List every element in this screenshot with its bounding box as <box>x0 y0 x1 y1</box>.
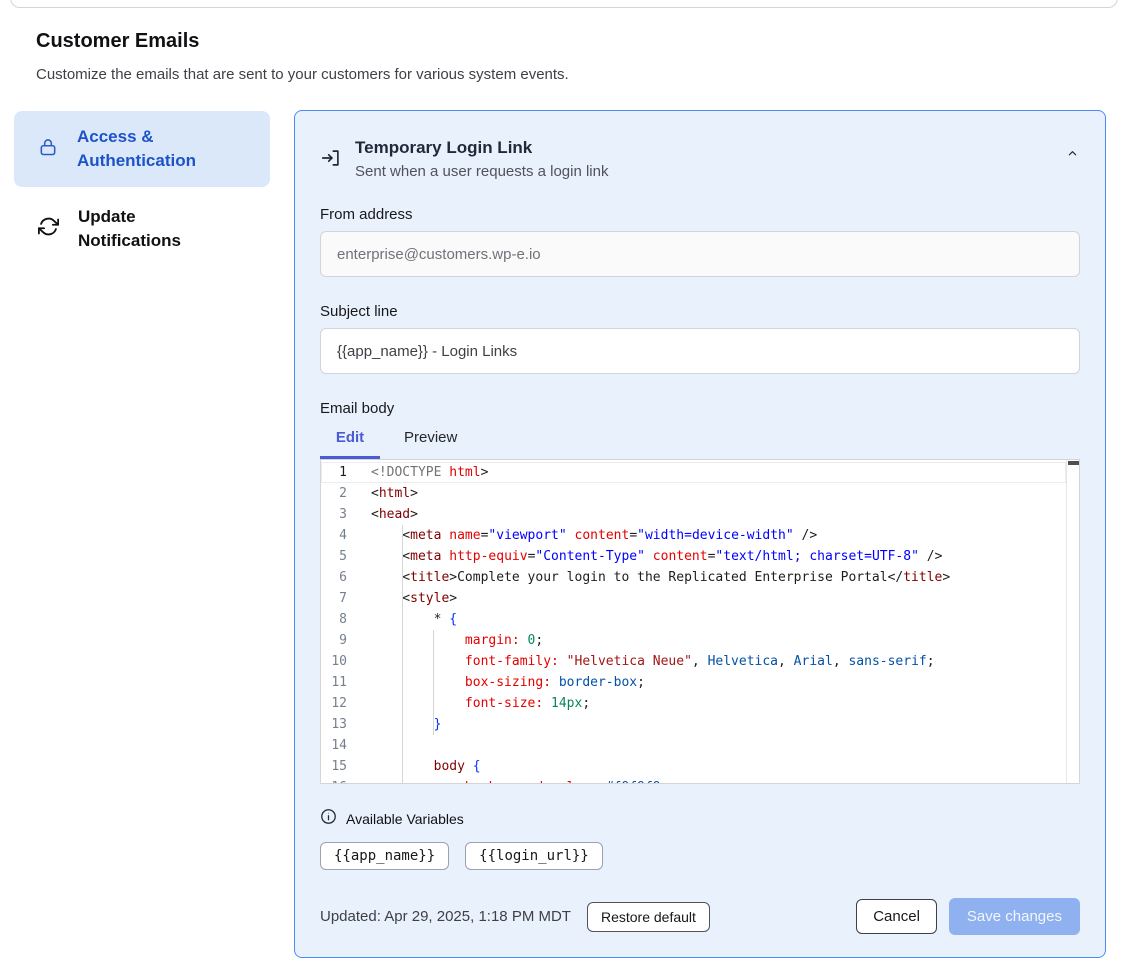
line-number: 15 <box>321 756 347 777</box>
page-subtitle: Customize the emails that are sent to yo… <box>36 66 569 83</box>
from-address-input[interactable] <box>320 231 1080 277</box>
line-number: 11 <box>321 672 347 693</box>
code-line: 9 margin: 0; <box>321 630 1066 651</box>
code-line: 12 font-size: 14px; <box>321 693 1066 714</box>
lock-icon <box>38 136 58 163</box>
sidebar-item-label: Update Notifications <box>78 205 233 253</box>
code-line: 3<head> <box>321 504 1066 525</box>
line-number: 9 <box>321 630 347 651</box>
code-line: 11 box-sizing: border-box; <box>321 672 1066 693</box>
code-line: 16 background-color: #f9f9f9; <box>321 777 1066 784</box>
variable-chip-app-name[interactable]: {{app_name}} <box>320 842 449 870</box>
sync-icon <box>38 216 59 242</box>
code-line: 2<html> <box>321 483 1066 504</box>
email-body-label: Email body <box>320 400 1080 417</box>
subject-line-input[interactable] <box>320 328 1080 374</box>
restore-default-button[interactable]: Restore default <box>587 902 710 932</box>
editor-scrollbar[interactable] <box>1066 460 1079 783</box>
line-number: 12 <box>321 693 347 714</box>
line-number: 8 <box>321 609 347 630</box>
code-text: font-family: "Helvetica Neue", Helvetica… <box>347 651 935 672</box>
sidebar-item-update-notifications[interactable]: Update Notifications <box>14 205 270 253</box>
line-number: 3 <box>321 504 347 525</box>
editor-scrollbar-thumb[interactable] <box>1068 461 1079 465</box>
info-icon <box>320 808 337 830</box>
save-changes-button[interactable]: Save changes <box>949 898 1080 935</box>
code-text: <style> <box>347 588 457 609</box>
code-text: <head> <box>347 504 418 525</box>
panel-footer: Updated: Apr 29, 2025, 1:18 PM MDT Resto… <box>320 898 1080 935</box>
line-number: 5 <box>321 546 347 567</box>
line-number: 2 <box>321 483 347 504</box>
code-line: 7 <style> <box>321 588 1066 609</box>
panel-header-text: Temporary Login Link Sent when a user re… <box>355 137 608 180</box>
code-text: <html> <box>347 483 418 504</box>
code-line: 10 font-family: "Helvetica Neue", Helvet… <box>321 651 1066 672</box>
code-line: 15 body { <box>321 756 1066 777</box>
available-variables-label: Available Variables <box>346 811 464 827</box>
line-number: 14 <box>321 735 347 756</box>
sidebar-item-access-authentication[interactable]: Access & Authentication <box>14 111 270 187</box>
cancel-button[interactable]: Cancel <box>856 899 937 934</box>
line-number: 1 <box>321 462 347 483</box>
code-text: <title>Complete your login to the Replic… <box>347 567 950 588</box>
code-text: margin: 0; <box>347 630 543 651</box>
email-body-code-editor[interactable]: 1<!DOCTYPE html>2<html>3<head>4 <meta na… <box>320 459 1080 784</box>
code-text: font-size: 14px; <box>347 693 590 714</box>
code-text: <!DOCTYPE html> <box>347 462 488 483</box>
code-line: 13 } <box>321 714 1066 735</box>
login-icon <box>320 146 342 175</box>
code-text: body { <box>347 756 481 777</box>
code-line: 4 <meta name="viewport" content="width=d… <box>321 525 1066 546</box>
variable-chip-login-url[interactable]: {{login_url}} <box>465 842 603 870</box>
panel-subtitle: Sent when a user requests a login link <box>355 163 608 180</box>
sidebar-item-label: Access & Authentication <box>77 125 232 173</box>
code-lines: 1<!DOCTYPE html>2<html>3<head>4 <meta na… <box>321 462 1066 784</box>
email-body-tabs: Edit Preview <box>320 429 1080 459</box>
line-number: 6 <box>321 567 347 588</box>
available-variables-row: Available Variables <box>320 808 1080 830</box>
code-line: 1<!DOCTYPE html> <box>321 462 1066 483</box>
chevron-up-icon <box>1065 147 1080 162</box>
line-number: 13 <box>321 714 347 735</box>
code-text: box-sizing: border-box; <box>347 672 645 693</box>
code-line: 14 <box>321 735 1066 756</box>
code-text: <meta http-equiv="Content-Type" content=… <box>347 546 942 567</box>
updated-timestamp: Updated: Apr 29, 2025, 1:18 PM MDT <box>320 908 571 925</box>
temporary-login-link-panel: Temporary Login Link Sent when a user re… <box>294 110 1106 958</box>
code-line: 8 * { <box>321 609 1066 630</box>
subject-line-label: Subject line <box>320 303 1080 320</box>
line-number: 4 <box>321 525 347 546</box>
previous-card-bottom-edge <box>10 0 1118 8</box>
line-number: 16 <box>321 777 347 784</box>
code-text: * { <box>347 609 457 630</box>
code-line: 5 <meta http-equiv="Content-Type" conten… <box>321 546 1066 567</box>
line-number: 10 <box>321 651 347 672</box>
code-text: <meta name="viewport" content="width=dev… <box>347 525 817 546</box>
code-line: 6 <title>Complete your login to the Repl… <box>321 567 1066 588</box>
panel-header: Temporary Login Link Sent when a user re… <box>320 137 1080 180</box>
tab-preview[interactable]: Preview <box>404 429 457 446</box>
code-text: } <box>347 714 441 735</box>
page-title: Customer Emails <box>36 30 199 53</box>
from-address-label: From address <box>320 206 1080 223</box>
panel-title: Temporary Login Link <box>355 137 608 159</box>
code-text <box>347 735 371 756</box>
collapse-section-button[interactable] <box>1065 147 1080 162</box>
variable-chips: {{app_name}} {{login_url}} <box>320 842 1080 870</box>
line-number: 7 <box>321 588 347 609</box>
email-types-sidebar: Access & Authentication Update Notificat… <box>14 111 270 253</box>
code-text: background-color: #f9f9f9; <box>347 777 668 784</box>
tab-edit[interactable]: Edit <box>320 429 380 446</box>
